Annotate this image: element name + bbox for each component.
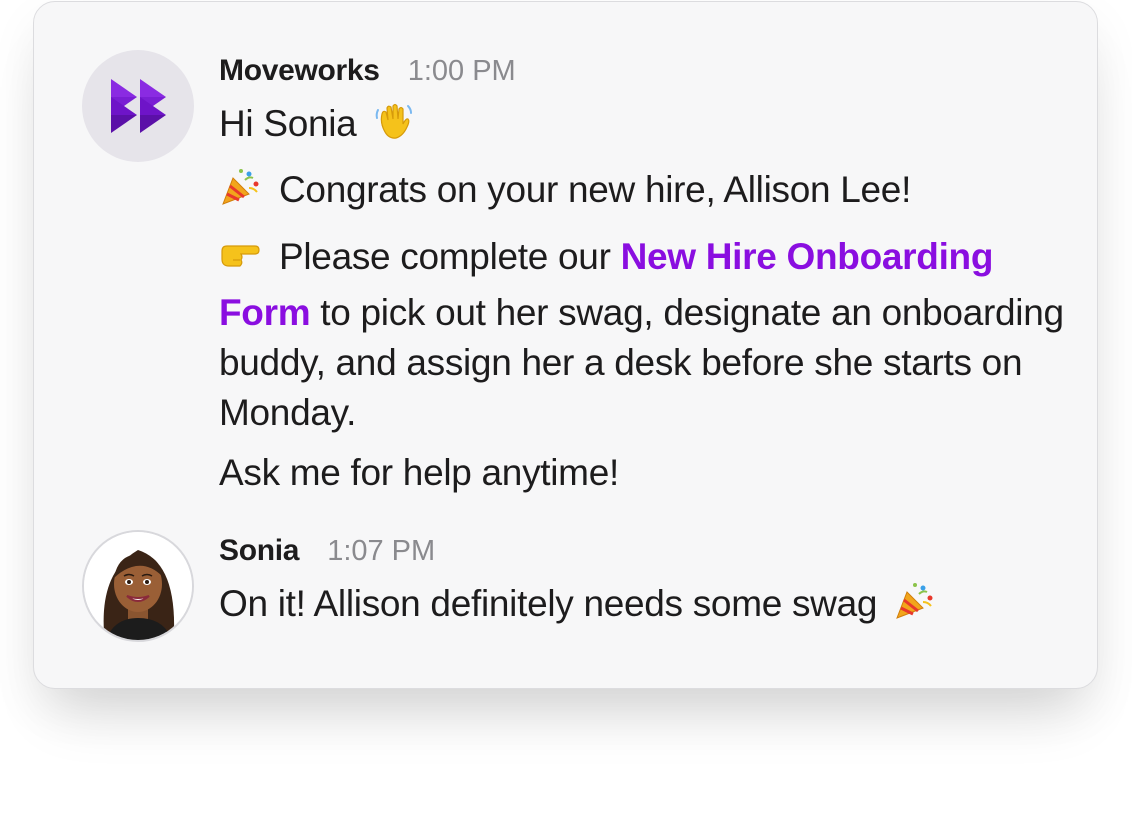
sonia-avatar[interactable] <box>82 530 194 642</box>
moveworks-avatar[interactable] <box>82 50 194 162</box>
party-popper-icon <box>893 580 935 635</box>
closing-text: Ask me for help anytime! <box>219 452 619 493</box>
congrats-text: Congrats on your new hire, Allison Lee! <box>279 169 912 210</box>
moveworks-logo-icon <box>111 79 166 133</box>
timestamp[interactable]: 1:07 PM <box>327 535 435 568</box>
waving-hand-icon <box>372 100 414 155</box>
message-header: Sonia 1:07 PM <box>219 534 435 570</box>
greeting-line: Hi Sonia <box>219 99 1069 155</box>
party-popper-icon <box>219 166 261 221</box>
instruction-paragraph: Please complete our New Hire Onboarding … <box>219 232 1069 438</box>
congrats-line: Congrats on your new hire, Allison Lee! <box>219 165 1069 221</box>
sender-name[interactable]: Sonia <box>219 534 299 568</box>
instruction-suffix: to pick out her swag, designate an onboa… <box>219 292 1064 433</box>
closing-line: Ask me for help anytime! <box>219 448 1069 498</box>
reply-text: On it! Allison definitely needs some swa… <box>219 583 878 624</box>
chat-card: Moveworks 1:00 PM Hi Sonia Congrats on y… <box>33 1 1098 689</box>
reply-line: On it! Allison definitely needs some swa… <box>219 579 1069 635</box>
timestamp[interactable]: 1:00 PM <box>408 55 516 88</box>
message-header: Moveworks 1:00 PM <box>219 54 516 90</box>
instruction-prefix: Please complete our <box>279 236 611 277</box>
greeting-text: Hi Sonia <box>219 103 357 144</box>
bitmoji-avatar-icon <box>84 532 192 640</box>
sender-name[interactable]: Moveworks <box>219 54 380 88</box>
pointing-right-icon <box>219 233 261 288</box>
